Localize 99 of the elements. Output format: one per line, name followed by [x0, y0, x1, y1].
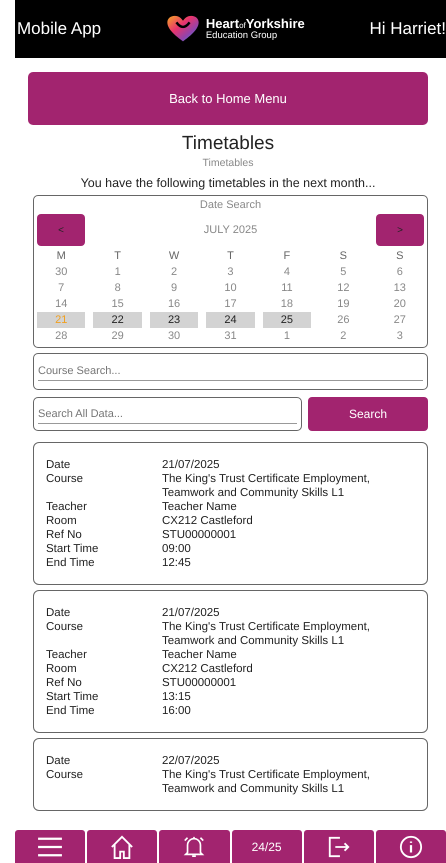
calendar-day[interactable]: 4 [262, 264, 312, 280]
calendar-day[interactable]: 1 [262, 328, 312, 344]
field-label: Start Time [46, 542, 100, 556]
logo-subtitle: Education Group [206, 30, 278, 42]
calendar-day[interactable]: 11 [262, 280, 312, 296]
calendar-day[interactable]: 3 [376, 328, 424, 344]
calendar-day[interactable]: 31 [206, 328, 255, 344]
field-label: Teacher [46, 500, 88, 514]
year-button[interactable]: 24/25 [232, 830, 302, 863]
calendar-day[interactable]: 15 [93, 296, 142, 312]
field-value: CX212 Castleford [162, 662, 254, 676]
alarm-button[interactable] [159, 830, 230, 863]
logo-title: HeartofYorkshire [206, 16, 305, 31]
field-label: End Time [46, 704, 96, 718]
exit-icon [326, 834, 351, 858]
info-button[interactable] [376, 830, 446, 863]
field-value: 12:45 [162, 556, 192, 570]
field-value: 09:00 [162, 542, 192, 556]
calendar-day[interactable]: 23 [150, 312, 198, 328]
calendar-day[interactable]: 8 [93, 280, 142, 296]
weekday-label: S [395, 249, 404, 264]
weekday-label: T [226, 249, 235, 264]
field-value: 21/07/2025 [162, 458, 221, 472]
calendar-day[interactable]: 17 [206, 296, 255, 312]
field-value: The King's Trust Certificate Employment, Teamwork and Community Skills L1 [162, 620, 371, 648]
calendar-day[interactable]: 16 [150, 296, 198, 312]
field-value: 21/07/2025 [162, 606, 221, 620]
calendar-day[interactable]: 10 [206, 280, 255, 296]
field-label: Date [46, 606, 72, 620]
menu-button[interactable] [15, 830, 86, 863]
field-label: Course [46, 620, 84, 635]
previous-month-button[interactable]: < [37, 214, 85, 246]
weekday-label: F [282, 249, 292, 264]
calendar-day[interactable]: 13 [376, 280, 424, 296]
page-title: Timetables [180, 133, 276, 155]
calendar-day[interactable]: 18 [262, 296, 312, 312]
field-value: Teacher Name [162, 648, 238, 662]
next-month-button[interactable]: > [376, 214, 424, 246]
calendar-day[interactable]: 5 [319, 264, 368, 280]
calendar-day[interactable]: 29 [93, 328, 142, 344]
search-button[interactable]: Search [308, 397, 428, 431]
weekday-label: S [338, 249, 348, 264]
app-name: Mobile App [17, 19, 102, 39]
field-label: End Time [46, 556, 96, 570]
back-button[interactable]: Back to Home Menu [28, 72, 428, 125]
field-value: CX212 Castleford [162, 514, 254, 528]
calendar-day[interactable]: 24 [206, 312, 255, 328]
field-label: Room [46, 514, 78, 528]
weekday-label: T [113, 249, 122, 264]
calendar-day[interactable]: 26 [319, 312, 368, 328]
calendar-day[interactable]: 25 [262, 312, 312, 328]
calendar-day[interactable]: 2 [319, 328, 368, 344]
calendar-day[interactable]: 12 [319, 280, 368, 296]
calendar-day[interactable]: 1 [93, 264, 142, 280]
info-icon [398, 834, 423, 858]
field-value: 22/07/2025 [162, 754, 221, 768]
bell-icon [182, 834, 206, 858]
logout-button[interactable] [304, 830, 374, 863]
calendar-day[interactable]: 14 [37, 296, 86, 312]
field-label: Start Time [46, 690, 100, 704]
calendar-heading: Date Search [198, 199, 262, 211]
calendar-day[interactable]: 20 [376, 296, 424, 312]
field-value: 16:00 [162, 704, 192, 718]
course-search-field[interactable]: Course Search... [33, 353, 428, 390]
greeting: Hi Harriet! [369, 19, 446, 39]
home-button[interactable] [87, 830, 158, 863]
calendar-day[interactable]: 27 [376, 312, 424, 328]
field-label: Ref No [46, 528, 83, 542]
field-value: 13:15 [162, 690, 192, 704]
field-label: Room [46, 662, 78, 676]
field-value: The King's Trust Certificate Employment, Teamwork and Community Skills L1 [162, 472, 371, 500]
field-label: Course [46, 768, 84, 783]
calendar-day[interactable]: 22 [93, 312, 142, 328]
heart-logo-icon [166, 15, 200, 43]
field-label: Course [46, 472, 84, 487]
calendar-day[interactable]: 9 [150, 280, 198, 296]
field-value: STU00000001 [162, 676, 238, 690]
field-label: Date [46, 458, 72, 472]
field-value: STU00000001 [162, 528, 238, 542]
field-label: Teacher [46, 648, 88, 662]
home-icon [110, 834, 134, 858]
calendar-day[interactable]: 19 [319, 296, 368, 312]
field-value: Teacher Name [162, 500, 238, 514]
month-label: JULY 2025 [204, 224, 258, 236]
page-subtitle: Timetables [202, 157, 254, 169]
calendar-day[interactable]: 28 [37, 328, 86, 344]
intro-text: You have the following timetables in the next month... [80, 176, 376, 190]
calendar-day[interactable]: 30 [37, 264, 86, 280]
data-search-field[interactable]: Search All Data... [33, 397, 302, 431]
calendar-day[interactable]: 2 [150, 264, 198, 280]
field-label: Ref No [46, 676, 83, 690]
calendar-day[interactable]: 6 [376, 264, 424, 280]
field-label: Date [46, 754, 72, 768]
calendar-day[interactable]: 30 [150, 328, 198, 344]
weekday-label: M [56, 249, 67, 264]
weekday-label: W [168, 249, 180, 264]
calendar-day[interactable]: 7 [37, 280, 86, 296]
calendar-day[interactable]: 3 [206, 264, 255, 280]
field-value: The King's Trust Certificate Employment, Teamwork and Community Skills L1 [162, 768, 371, 796]
